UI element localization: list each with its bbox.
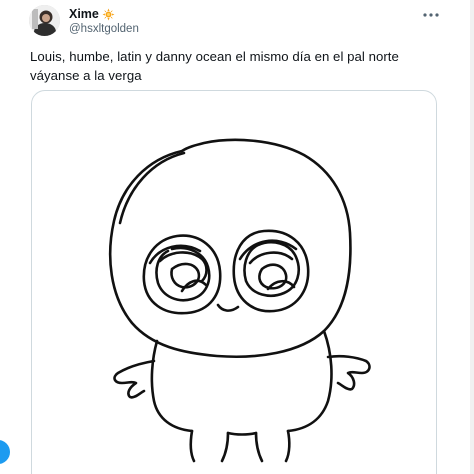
display-name-text: Xime (69, 7, 99, 21)
hand-drawn-creature-drawing (108, 138, 371, 463)
avatar[interactable] (29, 5, 60, 36)
author-display-name[interactable]: Xime (69, 7, 115, 22)
page: Xime @hsxltgolden Louis, humbe, latin y … (0, 0, 474, 474)
more-options-button[interactable] (420, 6, 442, 24)
tweet-media[interactable] (31, 90, 437, 474)
compose-button-edge[interactable] (0, 440, 10, 464)
scrollbar[interactable] (470, 0, 474, 474)
avatar-image (29, 5, 60, 36)
author-handle[interactable]: @hsxltgolden (69, 22, 139, 36)
tweet-text: Louis, humbe, latin y danny ocean el mis… (30, 49, 399, 83)
tweet[interactable]: Xime @hsxltgolden Louis, humbe, latin y … (0, 0, 474, 474)
orange-sun-badge-icon (102, 8, 115, 21)
more-horizontal-icon (423, 13, 439, 17)
